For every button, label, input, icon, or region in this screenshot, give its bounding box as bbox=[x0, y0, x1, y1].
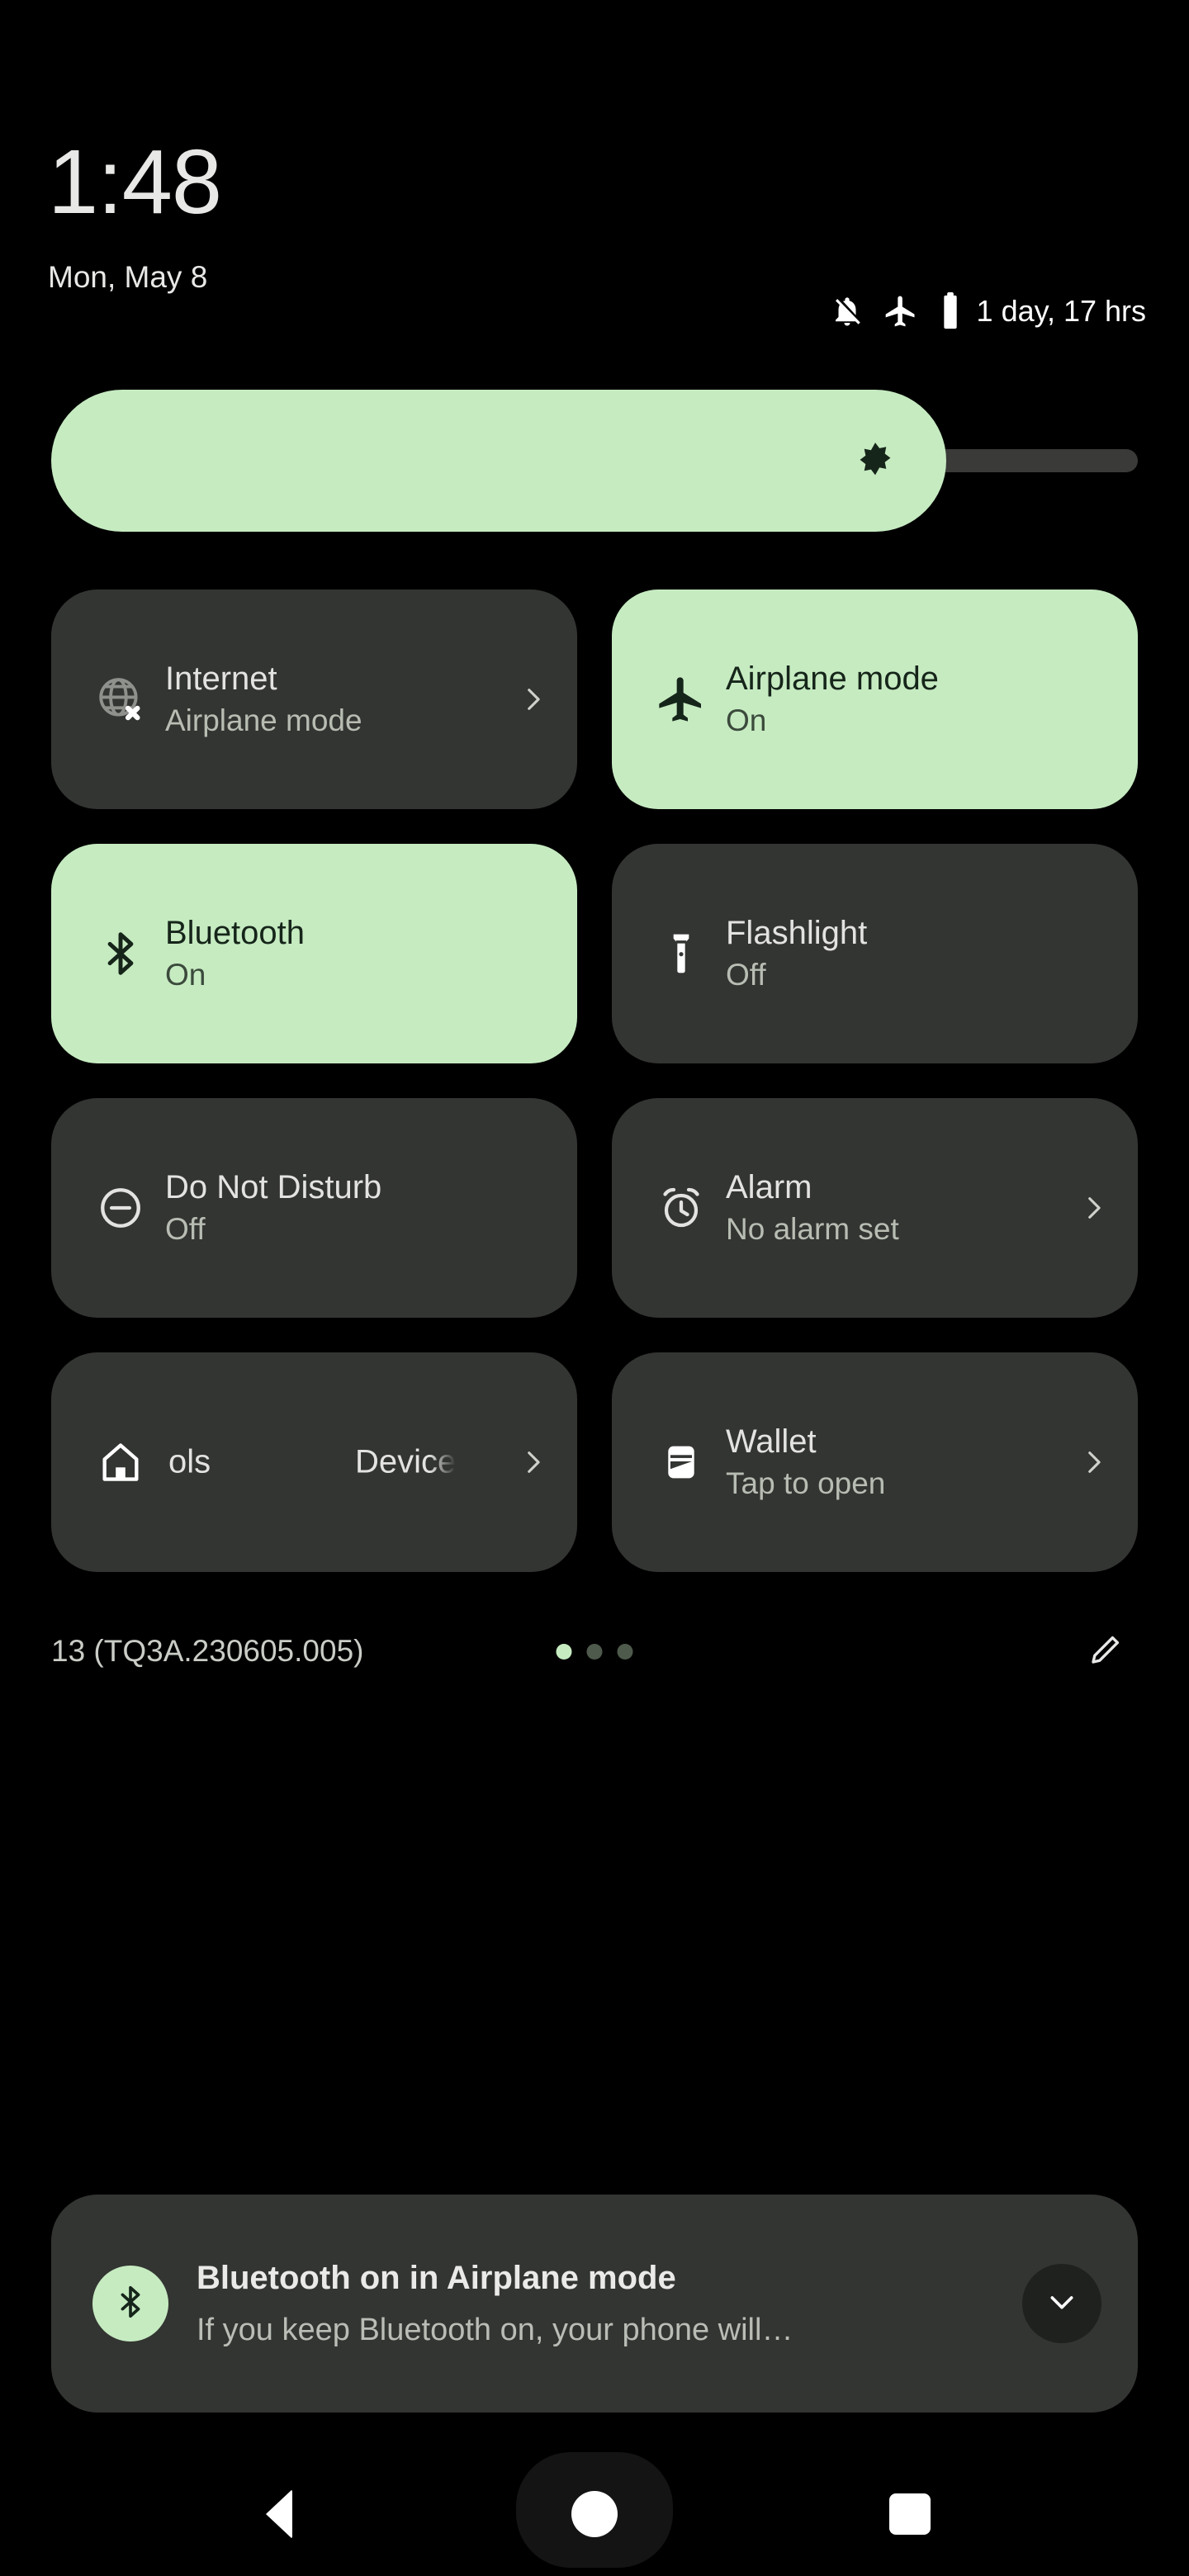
clock-time: 1:48 bbox=[48, 131, 222, 233]
tile-alarm-text: Alarm No alarm set bbox=[726, 1167, 1077, 1248]
chevron-right-icon[interactable] bbox=[516, 1448, 549, 1476]
tile-airplane-mode-label: Airplane mode bbox=[726, 661, 939, 697]
pencil-icon bbox=[1086, 1630, 1125, 1674]
tile-flashlight-label: Flashlight bbox=[726, 915, 868, 951]
tile-do-not-disturb[interactable]: Do Not Disturb Off bbox=[51, 1098, 577, 1318]
bluetooth-icon bbox=[88, 921, 154, 987]
home-circle-icon bbox=[571, 2491, 618, 2537]
flashlight-icon bbox=[648, 921, 714, 987]
chevron-right-icon[interactable] bbox=[516, 685, 549, 713]
notification-body: If you keep Bluetooth on, your phone wil… bbox=[197, 2313, 793, 2347]
quick-settings-footer: 13 (TQ3A.230605.005) bbox=[51, 1614, 1138, 1688]
tile-flashlight-text: Flashlight Off bbox=[726, 913, 1110, 994]
back-button[interactable] bbox=[197, 2452, 362, 2576]
notification-card[interactable]: Bluetooth on in Airplane mode If you kee… bbox=[51, 2195, 1138, 2413]
page-indicator[interactable] bbox=[556, 1643, 633, 1660]
quick-settings-panel: 1:48 Mon, May 8 1 day, 17 hrs Internet A… bbox=[0, 0, 1189, 2576]
page-dot-3[interactable] bbox=[617, 1643, 633, 1660]
navigation-bar bbox=[0, 2452, 1189, 2576]
chevron-right-icon[interactable] bbox=[1077, 1448, 1110, 1476]
tile-do-not-disturb-text: Do Not Disturb Off bbox=[165, 1167, 549, 1248]
tile-internet-sub: Airplane mode bbox=[165, 703, 362, 737]
tile-airplane-mode-text: Airplane mode On bbox=[726, 659, 1110, 740]
tile-airplane-mode-sub: On bbox=[726, 703, 767, 737]
notification-text: Bluetooth on in Airplane mode If you kee… bbox=[197, 2256, 1002, 2351]
tile-flashlight-sub: Off bbox=[726, 958, 766, 992]
brightness-fill[interactable] bbox=[51, 390, 946, 532]
bluetooth-icon bbox=[111, 2283, 149, 2325]
tile-bluetooth[interactable]: Bluetooth On bbox=[51, 844, 577, 1063]
notification-title: Bluetooth on in Airplane mode bbox=[197, 2260, 676, 2296]
back-triangle-icon bbox=[266, 2489, 292, 2539]
tile-wallet-label: Wallet bbox=[726, 1423, 817, 1460]
do-not-disturb-icon bbox=[88, 1175, 154, 1241]
tile-internet[interactable]: Internet Airplane mode bbox=[51, 590, 577, 809]
edit-tiles-button[interactable] bbox=[1077, 1622, 1135, 1680]
alarm-icon bbox=[648, 1175, 714, 1241]
status-icons: 1 day, 17 hrs bbox=[830, 291, 1146, 332]
tile-do-not-disturb-label: Do Not Disturb bbox=[165, 1169, 382, 1205]
wallet-icon bbox=[648, 1429, 714, 1495]
tile-airplane-mode[interactable]: Airplane mode On bbox=[612, 590, 1138, 809]
clock-block[interactable]: 1:48 Mon, May 8 bbox=[48, 131, 222, 294]
airplane-icon bbox=[648, 666, 714, 732]
chevron-right-icon[interactable] bbox=[1077, 1194, 1110, 1222]
tile-wallet[interactable]: Wallet Tap to open bbox=[612, 1352, 1138, 1572]
tile-alarm-sub: No alarm set bbox=[726, 1212, 899, 1246]
home-button[interactable] bbox=[512, 2452, 677, 2576]
tile-flashlight[interactable]: Flashlight Off bbox=[612, 844, 1138, 1063]
notification-expand-button[interactable] bbox=[1022, 2264, 1101, 2343]
tile-device-controls-label-head: Device bbox=[355, 1443, 457, 1480]
recents-button[interactable] bbox=[827, 2452, 992, 2576]
tile-bluetooth-sub: On bbox=[165, 958, 206, 992]
notifications-off-icon bbox=[830, 294, 865, 329]
tile-device-controls-text: ols Device bbox=[165, 1437, 516, 1487]
tile-wallet-sub: Tap to open bbox=[726, 1466, 886, 1500]
recents-square-icon bbox=[889, 2493, 931, 2535]
build-number: 13 (TQ3A.230605.005) bbox=[51, 1634, 364, 1668]
quick-settings-tiles: Internet Airplane mode Airplane mode On bbox=[51, 590, 1138, 1572]
clock-date: Mon, May 8 bbox=[48, 260, 208, 294]
tile-internet-text: Internet Airplane mode bbox=[165, 659, 516, 740]
tile-wallet-text: Wallet Tap to open bbox=[726, 1422, 1077, 1503]
brightness-icon bbox=[852, 436, 898, 486]
tile-bluetooth-label: Bluetooth bbox=[165, 915, 306, 951]
airplane-icon bbox=[883, 293, 919, 329]
globe-off-icon bbox=[88, 666, 154, 732]
chevron-down-icon bbox=[1045, 2285, 1078, 2323]
tile-alarm[interactable]: Alarm No alarm set bbox=[612, 1098, 1138, 1318]
battery-remaining-text: 1 day, 17 hrs bbox=[976, 294, 1146, 328]
tile-alarm-label: Alarm bbox=[726, 1169, 812, 1205]
tile-bluetooth-text: Bluetooth On bbox=[165, 913, 549, 994]
page-dot-2[interactable] bbox=[586, 1643, 603, 1660]
page-dot-1[interactable] bbox=[556, 1643, 572, 1660]
tile-internet-label: Internet bbox=[165, 661, 277, 697]
tile-device-controls[interactable]: ols Device bbox=[51, 1352, 577, 1572]
notification-app-icon bbox=[92, 2266, 168, 2342]
home-icon bbox=[88, 1429, 154, 1495]
battery-icon bbox=[937, 292, 964, 330]
tile-do-not-disturb-sub: Off bbox=[165, 1212, 206, 1246]
brightness-slider[interactable] bbox=[51, 390, 1138, 532]
tile-device-controls-label-tail: ols bbox=[168, 1443, 211, 1480]
